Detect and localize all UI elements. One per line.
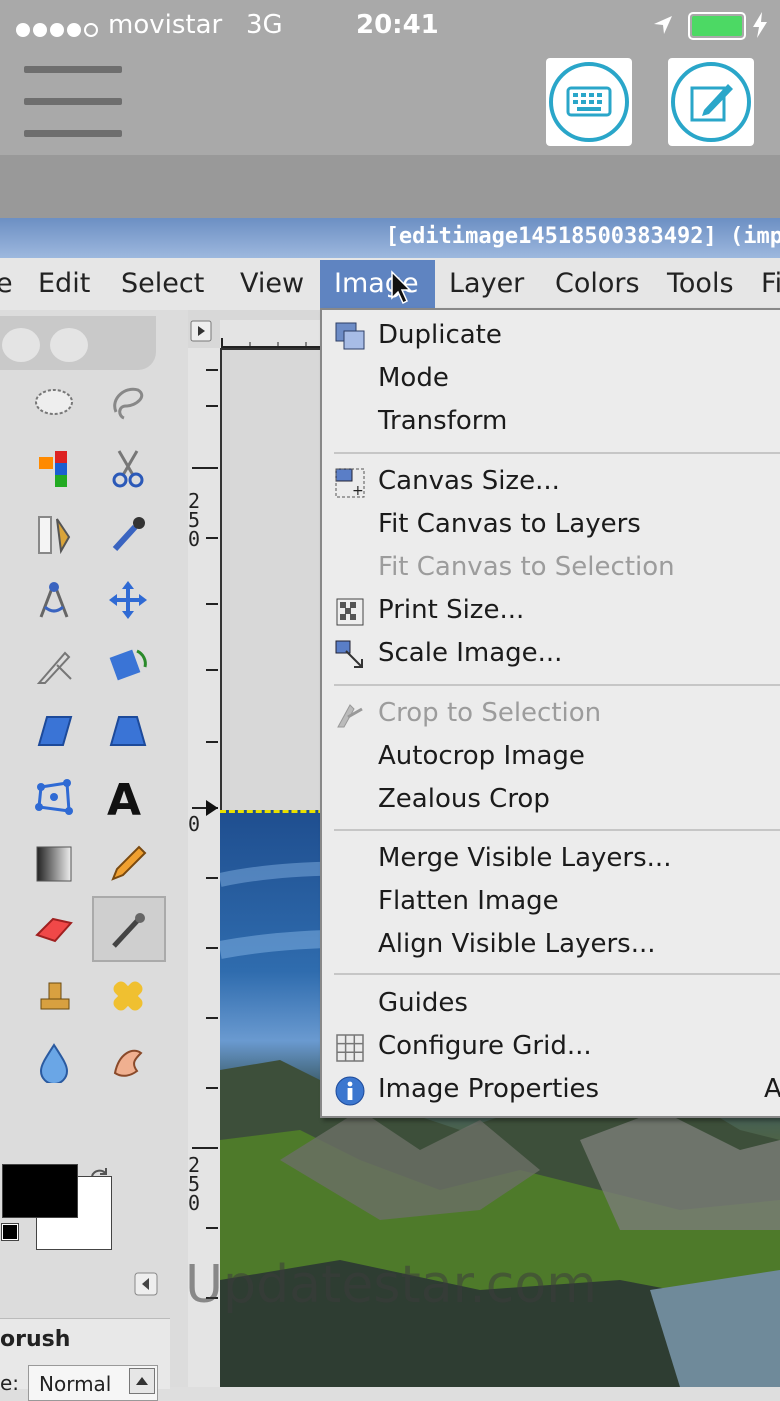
- canvas-size-icon: +: [335, 468, 365, 499]
- default-colors-icon[interactable]: [1, 1223, 19, 1241]
- scissors-select-icon[interactable]: [104, 444, 152, 492]
- svg-text:+: +: [352, 483, 364, 499]
- align-tool-icon[interactable]: [30, 642, 78, 690]
- clone-stamp-icon[interactable]: [30, 972, 78, 1020]
- menu-separator: [334, 452, 780, 454]
- menu-separator: [334, 829, 780, 831]
- svg-text:A: A: [107, 775, 141, 821]
- menu-layer[interactable]: Layer: [449, 268, 524, 299]
- menu-view[interactable]: View: [240, 268, 304, 299]
- gimp-toolbox: A orush e: Normal: [0, 310, 188, 1401]
- menu-separator: [334, 684, 780, 686]
- perspective-tool-icon[interactable]: [104, 708, 152, 756]
- select-by-color-icon[interactable]: [30, 444, 78, 492]
- color-picker-icon[interactable]: [104, 510, 152, 558]
- mode-label: e:: [0, 1371, 20, 1395]
- menu-filters[interactable]: Fi: [761, 268, 780, 299]
- menu-edit[interactable]: Edit: [38, 268, 90, 299]
- pencil-tool-icon[interactable]: [104, 840, 152, 888]
- crop-icon: [337, 704, 363, 728]
- menu-item-autocrop-image[interactable]: Autocrop Image: [378, 741, 585, 771]
- menu-item-print-size[interactable]: Print Size...: [378, 595, 524, 625]
- edit-button[interactable]: [668, 58, 754, 146]
- ruler-label-0: 0: [188, 812, 201, 836]
- menu-item-guides[interactable]: Guides: [378, 988, 468, 1018]
- foreground-color-swatch[interactable]: [2, 1164, 78, 1218]
- menu-item-image-properties[interactable]: Image Properties: [378, 1074, 599, 1104]
- airbrush-tool-icon[interactable]: [92, 896, 166, 962]
- watermark: Updatestar.com: [185, 1255, 597, 1315]
- heal-tool-icon[interactable]: [104, 972, 152, 1020]
- vertical-ruler: 250 0 250: [188, 348, 222, 1387]
- menu-item-transform[interactable]: Transform: [378, 406, 507, 436]
- smudge-tool-icon[interactable]: [104, 1038, 152, 1086]
- menu-item-crop-to-selection: Crop to Selection: [378, 698, 602, 728]
- info-icon: [335, 1076, 365, 1106]
- mode-select-arrow-icon: [129, 1368, 155, 1394]
- keyboard-icon: [549, 62, 629, 142]
- measure-compass-icon[interactable]: [30, 576, 78, 624]
- menu-item-configure-grid[interactable]: Configure Grid...: [378, 1031, 592, 1061]
- status-bar: movistar 3G 20:41: [0, 0, 780, 52]
- free-select-lasso-icon[interactable]: [104, 378, 152, 426]
- menu-item-duplicate[interactable]: Duplicate: [378, 320, 502, 350]
- blend-gradient-icon[interactable]: [30, 840, 78, 888]
- menu-separator: [334, 973, 780, 975]
- carrier-label: movistar: [108, 10, 223, 40]
- tool-options-panel: orush e: Normal: [0, 1318, 170, 1401]
- image-menu-dropdown: Duplicate Mode Transform + Canvas Size..…: [320, 308, 780, 1118]
- menu-item-canvas-size[interactable]: Canvas Size...: [378, 466, 560, 496]
- ruler-label-250-top: 250: [188, 489, 201, 551]
- ruler-label-250-bottom: 250: [188, 1153, 201, 1215]
- gimp-window-title-bar: [editimage14518500383492] (imp: [0, 218, 780, 258]
- print-size-icon: [336, 598, 364, 626]
- edit-pencil-icon: [671, 62, 751, 142]
- eraser-tool-icon[interactable]: [30, 906, 78, 954]
- clock: 20:41: [356, 10, 439, 40]
- scale-image-icon: [335, 640, 363, 668]
- tool-options-title: orush: [0, 1327, 71, 1352]
- menu-select[interactable]: Select: [121, 268, 204, 299]
- menu-item-zealous-crop[interactable]: Zealous Crop: [378, 784, 550, 814]
- menu-item-scale-image[interactable]: Scale Image...: [378, 638, 562, 668]
- mode-select-value: Normal: [39, 1372, 112, 1396]
- menu-item-fit-canvas-to-selection: Fit Canvas to Selection: [378, 552, 675, 582]
- menu-tools[interactable]: Tools: [667, 268, 734, 299]
- menu-item-mode[interactable]: Mode: [378, 363, 449, 393]
- swap-colors-icon[interactable]: [88, 1166, 110, 1188]
- mode-select[interactable]: Normal: [28, 1365, 158, 1401]
- menu-item-flatten-image[interactable]: Flatten Image: [378, 886, 559, 916]
- charging-bolt-icon: [753, 12, 767, 38]
- window-title: [editimage14518500383492] (imp: [385, 224, 780, 249]
- wilber-logo: [0, 316, 156, 370]
- menu-item-align-visible-layers[interactable]: Align Visible Layers...: [378, 929, 656, 959]
- signal-strength-icon: [16, 14, 101, 44]
- grid-icon: [336, 1034, 364, 1062]
- toolbar-spacer: [0, 155, 780, 220]
- menu-image[interactable]: Image: [320, 260, 435, 309]
- toolbox-arrow-icon[interactable]: [134, 1272, 158, 1296]
- shear-tool-icon[interactable]: [30, 708, 78, 756]
- location-arrow-icon: [654, 16, 672, 34]
- hamburger-menu-button[interactable]: [24, 66, 122, 138]
- duplicate-icon: [335, 322, 365, 350]
- network-label: 3G: [246, 10, 283, 40]
- cage-transform-icon[interactable]: [30, 774, 78, 822]
- ellipse-select-icon[interactable]: [30, 378, 78, 426]
- battery-icon: [688, 12, 746, 40]
- image-properties-shortcut: A: [764, 1074, 780, 1104]
- menu-file[interactable]: e: [0, 268, 13, 299]
- menu-item-merge-visible-layers[interactable]: Merge Visible Layers...: [378, 843, 671, 873]
- menu-item-fit-canvas-to-layers[interactable]: Fit Canvas to Layers: [378, 509, 641, 539]
- move-tool-icon[interactable]: [104, 576, 152, 624]
- mouse-cursor-icon: [391, 270, 412, 305]
- blur-sharpen-icon[interactable]: [30, 1038, 78, 1086]
- foreground-select-icon[interactable]: [30, 510, 78, 558]
- text-tool-icon[interactable]: A: [104, 774, 152, 822]
- ruler-navigate-icon[interactable]: [190, 320, 214, 342]
- keyboard-button[interactable]: [546, 58, 632, 146]
- menu-colors[interactable]: Colors: [555, 268, 640, 299]
- rotate-tool-icon[interactable]: [104, 642, 152, 690]
